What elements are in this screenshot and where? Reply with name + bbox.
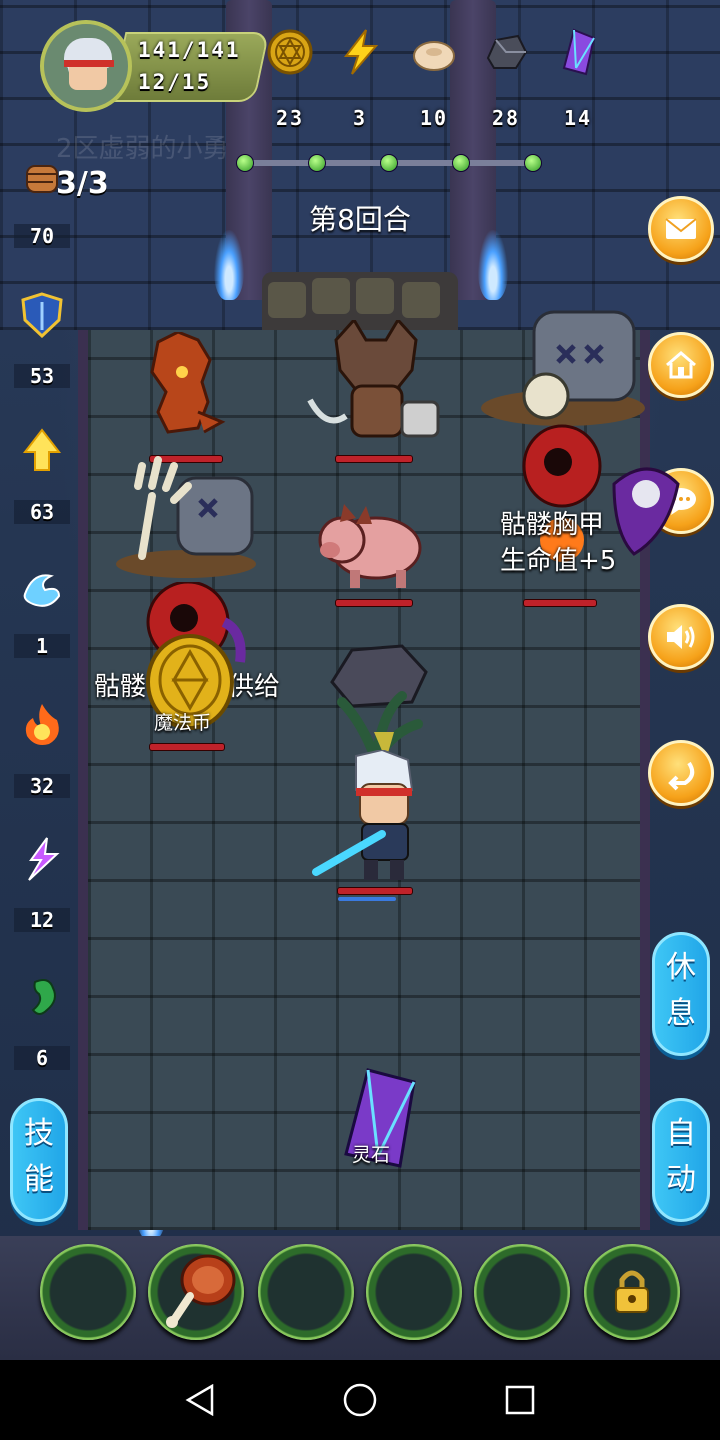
stat-value: 32	[14, 774, 70, 798]
item-slot-3[interactable]	[258, 1244, 354, 1340]
fire-icon	[25, 704, 59, 745]
mail-icon	[665, 218, 697, 239]
progress-node	[236, 154, 254, 172]
stat-fire: 32	[14, 702, 70, 798]
round-label: 第8回合	[309, 203, 411, 236]
nav-home-icon[interactable]	[342, 1382, 378, 1418]
stat-level: 63	[14, 428, 70, 524]
rest-button[interactable]: 休息	[652, 932, 710, 1056]
item-slot-5[interactable]	[474, 1244, 570, 1340]
shield-icon	[21, 292, 63, 339]
rock-plant-obstacle	[330, 644, 428, 762]
fire-dragon-enemy[interactable]	[138, 332, 228, 446]
enemy-hp-bar	[336, 456, 412, 462]
hero-character[interactable]	[312, 750, 440, 882]
tombstone-obstacle	[481, 310, 645, 426]
resource-value: 14	[563, 106, 593, 130]
resource-ore[interactable]: 28	[476, 28, 536, 130]
sound-button[interactable]	[648, 604, 714, 670]
resource-gold[interactable]: 23	[260, 28, 320, 130]
poison-icon	[31, 979, 56, 1015]
resource-bun[interactable]: 10	[404, 28, 464, 130]
enemy-hp-bar	[336, 600, 412, 606]
stat-value: 6	[14, 1046, 70, 1070]
stat-value: 53	[14, 364, 70, 388]
stage-progress	[236, 154, 542, 172]
item-slot-6-locked[interactable]	[584, 1244, 680, 1340]
nav-back-icon[interactable]	[184, 1384, 216, 1416]
gold-coin-icon	[267, 29, 313, 75]
arrow-up-icon	[22, 428, 62, 471]
enemy-hp-bar	[524, 600, 596, 606]
hero-mp-bar	[338, 897, 396, 901]
stat-value: 63	[14, 500, 70, 524]
resource-value: 3	[352, 106, 368, 130]
water-icon	[23, 574, 61, 607]
progress-node	[524, 154, 542, 172]
resource-crystal[interactable]: 14	[548, 28, 608, 130]
home-icon	[666, 351, 696, 379]
player-stamina: 12/15	[138, 70, 212, 94]
skill-button[interactable]: 技能	[10, 1098, 68, 1222]
nav-recents-icon[interactable]	[504, 1384, 536, 1416]
back-icon	[668, 761, 695, 791]
lightning-icon	[343, 29, 379, 75]
progress-node	[308, 154, 326, 172]
stat-water: 1	[14, 566, 70, 658]
skeleton-hand-obstacle	[116, 456, 256, 578]
stat-value: 12	[14, 908, 70, 932]
stat-defense: 53	[14, 292, 70, 388]
stone-label: 灵石	[352, 1144, 391, 1166]
skill-label: 技能	[24, 1116, 54, 1197]
minotaur-enemy[interactable]	[306, 320, 446, 450]
hero-hp-bar	[338, 888, 412, 894]
player-avatar[interactable]	[40, 20, 132, 112]
meat-icon	[166, 1254, 236, 1328]
attack-count: 3/3	[56, 166, 109, 201]
home-button[interactable]	[648, 332, 714, 398]
item-slot-4[interactable]	[366, 1244, 462, 1340]
item-slot-1[interactable]	[40, 1244, 136, 1340]
mail-button[interactable]	[648, 196, 714, 262]
supply-text-left: 骷髅	[94, 672, 147, 702]
resource-value: 10	[419, 106, 449, 130]
resource-value: 23	[275, 106, 305, 130]
crystal-icon	[562, 28, 596, 76]
progress-node	[452, 154, 470, 172]
stat-poison: 6	[14, 974, 70, 1070]
resource-value: 28	[491, 106, 521, 130]
item-slot-2[interactable]	[148, 1244, 244, 1340]
blue-flame-icon	[214, 230, 244, 300]
auto-button[interactable]: 自动	[652, 1098, 710, 1222]
auto-label: 自动	[666, 1116, 696, 1197]
rest-label: 休息	[666, 950, 696, 1031]
enemy-hp-bar	[150, 744, 224, 750]
bun-icon	[413, 41, 455, 71]
ghost-username: 2区虚弱的小勇	[56, 134, 229, 164]
resource-energy[interactable]: 3	[330, 28, 390, 130]
blue-flame-icon	[478, 230, 508, 300]
stat-thunder: 12	[14, 836, 70, 932]
boar-enemy[interactable]	[316, 496, 428, 592]
progress-node	[380, 154, 398, 172]
sound-icon	[667, 625, 695, 649]
system-nav-bar	[0, 1360, 720, 1440]
coin-label: 魔法币	[154, 712, 212, 734]
stat-value: 1	[14, 634, 70, 658]
ore-icon	[486, 34, 528, 69]
back-button[interactable]	[648, 740, 714, 806]
buff-text: 骷髅胸甲	[500, 510, 605, 540]
buff-text: 生命值+5	[500, 546, 617, 576]
lightning-purple-icon	[28, 837, 60, 881]
player-hp: 141/141	[138, 38, 241, 62]
lock-icon	[615, 1270, 649, 1313]
stat-value: 70	[14, 224, 70, 248]
